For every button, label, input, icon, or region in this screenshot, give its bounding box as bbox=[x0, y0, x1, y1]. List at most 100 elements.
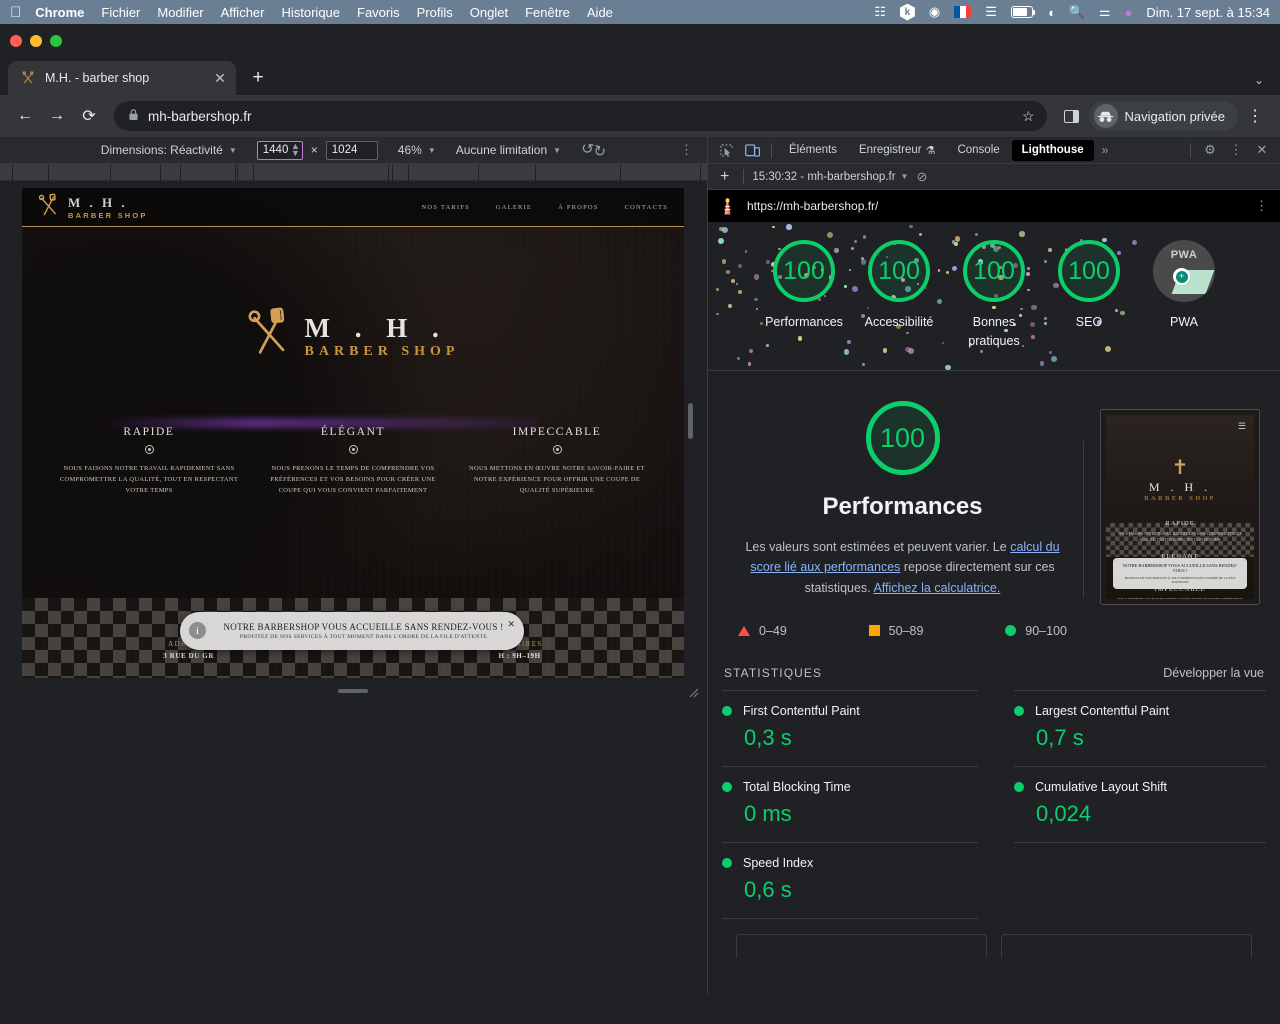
expand-view-button[interactable]: Développer la vue bbox=[1163, 666, 1264, 680]
menu-item-profils[interactable]: Profils bbox=[417, 5, 453, 20]
confetti-particle bbox=[737, 357, 740, 361]
throttling-value: Aucune limitation bbox=[455, 143, 548, 157]
feature-column: IMPECCABLE NOUS METTONS EN ŒUVRE NOTRE S… bbox=[460, 426, 654, 497]
viewport-resize-handle-bottom[interactable] bbox=[338, 689, 368, 693]
bullet-icon bbox=[144, 445, 154, 454]
record-icon[interactable]: ◉ bbox=[929, 4, 940, 20]
clear-reports-button[interactable]: ⊘ bbox=[916, 169, 927, 185]
gauge-performances[interactable]: 100 Performances bbox=[757, 240, 852, 332]
triangle-icon bbox=[738, 625, 750, 636]
menu-item-onglet[interactable]: Onglet bbox=[470, 5, 508, 20]
menu-item-aide[interactable]: Aide bbox=[587, 5, 613, 20]
menubar-clock[interactable]: Dim. 17 sept. à 15:34 bbox=[1146, 5, 1270, 20]
rotate-icon[interactable]: ↺↻ bbox=[570, 137, 618, 164]
tab-elements[interactable]: Éléments bbox=[779, 140, 847, 161]
inspect-icon[interactable] bbox=[714, 140, 738, 161]
tab-list-chevron-icon[interactable]: ⌄ bbox=[1254, 73, 1264, 87]
site-notification-banner[interactable]: i NOTRE BARBERSHOP VOUS ACCUEILLE SANS R… bbox=[180, 612, 524, 650]
metric-tbt[interactable]: Total Blocking Time 0 ms bbox=[722, 765, 994, 842]
tab-lighthouse[interactable]: Lighthouse bbox=[1011, 139, 1094, 161]
gauge-bonnes-pratiques[interactable]: 100 Bonnes pratiques bbox=[947, 240, 1042, 352]
expandable-sections-stub bbox=[722, 928, 1266, 958]
bluetooth-icon[interactable]: ☰​ bbox=[985, 4, 997, 20]
gauge-seo[interactable]: 100 SEO bbox=[1042, 240, 1137, 332]
menu-item-historique[interactable]: Historique bbox=[281, 5, 340, 20]
menu-item-fenetre[interactable]: Fenêtre bbox=[525, 5, 570, 20]
wifi-icon[interactable]: ◖ bbox=[1047, 5, 1055, 20]
viewport-resize-handle-right[interactable] bbox=[688, 403, 693, 439]
confetti-particle bbox=[847, 340, 851, 344]
calculator-link[interactable]: Affichez la calculatrice. bbox=[873, 581, 1000, 595]
stub-left[interactable] bbox=[736, 933, 987, 958]
device-toolbar-icon[interactable] bbox=[740, 140, 764, 161]
width-stepper[interactable]: ▲ ▼ bbox=[291, 141, 300, 157]
new-report-button[interactable]: + bbox=[714, 168, 735, 186]
devtools-menu-button[interactable]: ⋮ bbox=[1224, 140, 1248, 161]
side-panel-icon[interactable] bbox=[1057, 101, 1087, 131]
forward-button[interactable]: → bbox=[42, 101, 72, 131]
metric-fcp[interactable]: First Contentful Paint 0,3 s bbox=[722, 689, 994, 766]
spotlight-search-icon[interactable]: 🔍 bbox=[1069, 4, 1085, 20]
page-screenshot-thumbnail[interactable]: ☰ ✝ M . H . BARBER SHOP RAPIDE NOUS FAIS… bbox=[1100, 409, 1260, 605]
device-toolbar-more-button[interactable]: ⋮ bbox=[680, 142, 693, 158]
gauge-accessibilite[interactable]: 100 Accessibilité bbox=[852, 240, 947, 332]
new-tab-button[interactable]: + bbox=[244, 64, 272, 92]
metric-value: 0,6 s bbox=[744, 876, 792, 902]
tab-console[interactable]: Console bbox=[947, 140, 1009, 161]
ruler-tick bbox=[535, 164, 536, 181]
window-controls bbox=[10, 34, 62, 47]
zoom-selector[interactable]: 46% ▼ bbox=[388, 143, 446, 157]
close-window-button[interactable] bbox=[10, 34, 22, 47]
emulated-viewport[interactable]: M . H . BARBER SHOP NOS TARIFS GALERIE À… bbox=[22, 188, 684, 678]
viewport-ruler bbox=[0, 164, 707, 181]
french-flag-icon[interactable] bbox=[954, 6, 972, 18]
nav-item-apropos[interactable]: À PROPOS bbox=[558, 204, 599, 211]
apple-icon[interactable]:  bbox=[10, 5, 21, 20]
browser-tab[interactable]: M.H. - barber shop ✕ bbox=[8, 61, 236, 95]
more-tabs-icon[interactable]: » bbox=[1096, 143, 1115, 157]
bookmark-star-icon[interactable]: ☆ bbox=[1022, 108, 1035, 125]
chevron-down-icon: ▼ bbox=[228, 145, 237, 155]
gear-icon[interactable]: ⚙ bbox=[1198, 140, 1222, 161]
stub-right[interactable] bbox=[1001, 933, 1252, 958]
close-devtools-button[interactable]: ✕ bbox=[1250, 140, 1274, 161]
viewport-height-input[interactable]: 1024 bbox=[325, 140, 378, 160]
lighthouse-toolbar: + 15:30:32 - mh-barbershop.fr ▼ ⊘ bbox=[708, 164, 1280, 190]
figma-icon[interactable]: ☷ bbox=[874, 4, 886, 20]
viewport-width-input[interactable]: 1440 ▲ ▼ bbox=[256, 140, 303, 160]
tab-recorder[interactable]: Enregistreur ⚗ bbox=[849, 140, 946, 161]
metric-speed-index[interactable]: Speed Index 0,6 s bbox=[722, 841, 994, 928]
menu-item-favoris[interactable]: Favoris bbox=[357, 5, 400, 20]
confetti-particle bbox=[918, 233, 922, 237]
close-tab-button[interactable]: ✕ bbox=[212, 70, 228, 86]
minimize-window-button[interactable] bbox=[30, 34, 42, 47]
nav-item-tarifs[interactable]: NOS TARIFS bbox=[422, 204, 470, 211]
throttling-selector[interactable]: Aucune limitation ▼ bbox=[446, 143, 571, 157]
gauge-pwa[interactable]: PWA + PWA bbox=[1137, 240, 1232, 332]
close-notification-button[interactable]: ✕ bbox=[507, 619, 515, 630]
metric-lcp[interactable]: Largest Contentful Paint 0,7 s bbox=[994, 689, 1266, 766]
menu-item-chrome[interactable]: Chrome bbox=[35, 5, 84, 20]
reload-button[interactable]: ⟳ bbox=[74, 101, 104, 131]
site-logo[interactable]: M . H . BARBER SHOP bbox=[38, 193, 148, 221]
siri-icon[interactable]: ● bbox=[1125, 5, 1133, 20]
back-button[interactable]: ← bbox=[10, 101, 40, 131]
menu-item-modifier[interactable]: Modifier bbox=[157, 5, 203, 20]
menu-item-fichier[interactable]: Fichier bbox=[101, 5, 140, 20]
battery-charging-icon[interactable] bbox=[1010, 6, 1036, 18]
control-center-icon[interactable]: ⚌ bbox=[1099, 4, 1111, 20]
report-selector[interactable]: 15:30:32 - mh-barbershop.fr ▼ bbox=[752, 171, 908, 183]
nav-item-galerie[interactable]: GALERIE bbox=[496, 204, 532, 211]
viewport-resize-handle-corner[interactable] bbox=[687, 685, 699, 698]
metric-cls[interactable]: Cumulative Layout Shift 0,024 bbox=[994, 765, 1266, 842]
maximize-window-button[interactable] bbox=[50, 34, 62, 47]
report-menu-button[interactable]: ⋮ bbox=[1255, 198, 1268, 214]
incognito-indicator[interactable]: Navigation privée bbox=[1088, 101, 1238, 131]
status-dot-good bbox=[722, 705, 732, 716]
menu-item-afficher[interactable]: Afficher bbox=[221, 5, 265, 20]
address-bar[interactable]: mh-barbershop.fr ☆ bbox=[114, 101, 1047, 131]
device-preset-selector[interactable]: Dimensions: Réactivité ▼ bbox=[91, 143, 247, 157]
chrome-menu-button[interactable]: ⋮ bbox=[1240, 101, 1270, 131]
k-app-icon[interactable]: k bbox=[899, 3, 915, 21]
nav-item-contacts[interactable]: CONTACTS bbox=[625, 204, 668, 211]
